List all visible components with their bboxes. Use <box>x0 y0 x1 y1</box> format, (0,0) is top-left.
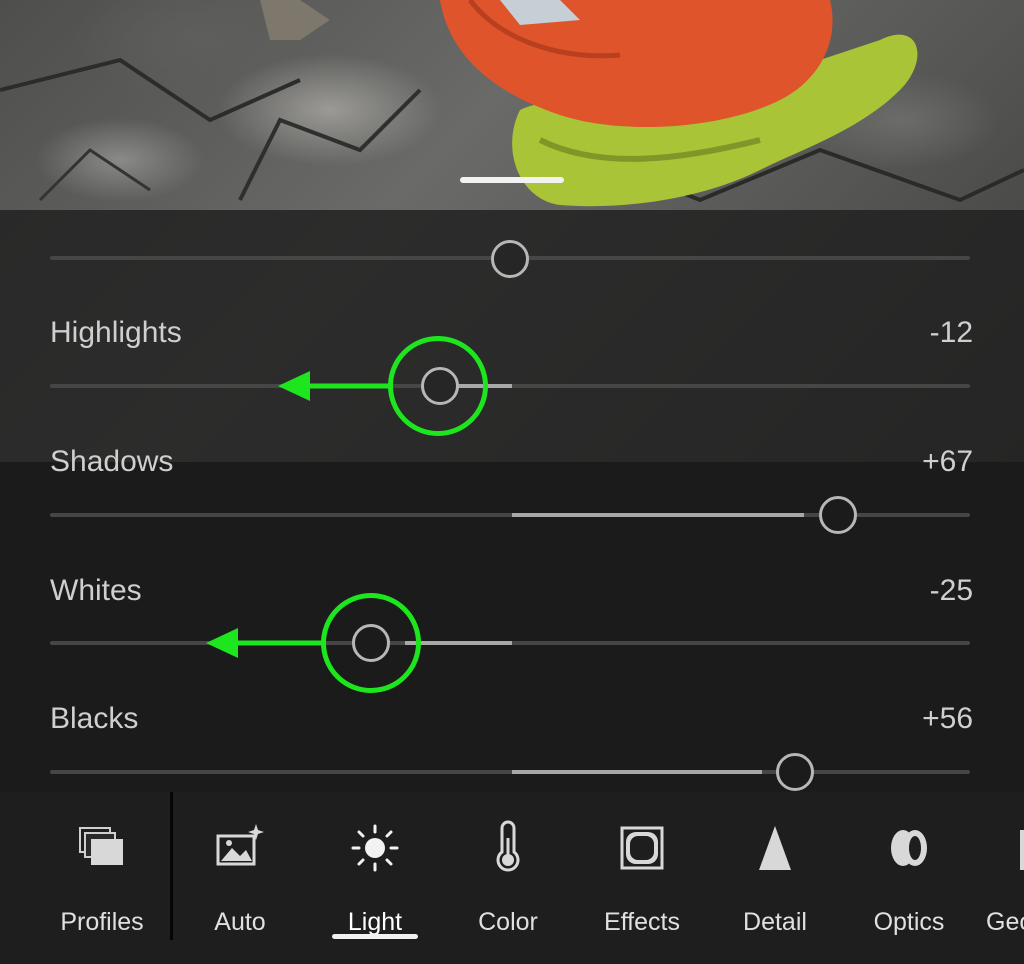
tool-detail-label: Detail <box>743 908 807 936</box>
tool-auto-label: Auto <box>214 908 266 936</box>
edit-toolbar: Profiles Auto Light Color Effects Detail… <box>0 792 1024 964</box>
geometry-icon <box>1020 830 1024 870</box>
light-icon <box>351 824 399 872</box>
annotation-arrow-left <box>278 371 390 401</box>
photo-preview <box>0 0 1024 462</box>
auto-icon <box>216 824 264 866</box>
tool-effects-label: Effects <box>604 908 680 936</box>
whites-label: Whites <box>50 574 142 607</box>
annotation-arrow-left <box>206 628 324 658</box>
shadows-label: Shadows <box>50 445 174 478</box>
highlights-value: -12 <box>929 316 973 349</box>
shadows-slider-thumb[interactable] <box>819 496 857 534</box>
profiles-icon <box>79 827 123 865</box>
blacks-slider-fill <box>512 770 762 774</box>
tool-auto[interactable]: Auto <box>180 812 300 942</box>
shadows-value: +67 <box>922 445 973 478</box>
annotation-circle <box>321 593 421 693</box>
tool-optics[interactable]: Optics <box>849 812 969 942</box>
blacks-slider-thumb[interactable] <box>776 753 814 791</box>
effects-icon <box>620 826 664 870</box>
detail-icon <box>759 826 791 870</box>
tool-profiles-label: Profiles <box>60 908 144 936</box>
panel-drag-handle[interactable] <box>460 177 564 183</box>
selected-tab-indicator <box>332 934 418 939</box>
tool-profiles[interactable]: Profiles <box>42 812 162 942</box>
tool-geometry-label: Geo <box>986 908 1024 936</box>
toolbar-divider <box>170 792 173 940</box>
tool-light[interactable]: Light <box>315 812 435 942</box>
whites-slider-fill <box>405 641 512 645</box>
tool-color-label: Color <box>478 908 538 936</box>
annotation-circle <box>388 336 488 436</box>
optics-icon <box>891 830 927 866</box>
tool-light-label: Light <box>347 908 403 936</box>
highlights-label: Highlights <box>50 316 182 349</box>
shadows-slider-fill <box>512 513 804 517</box>
tool-effects[interactable]: Effects <box>582 812 702 942</box>
tool-geometry[interactable]: Geo <box>982 812 1024 942</box>
blacks-value: +56 <box>922 702 973 735</box>
tool-detail[interactable]: Detail <box>715 812 835 942</box>
blacks-label: Blacks <box>50 702 139 735</box>
color-icon <box>496 820 520 872</box>
slider-thumb[interactable] <box>491 240 529 278</box>
tool-color[interactable]: Color <box>448 812 568 942</box>
whites-value: -25 <box>929 574 973 607</box>
tool-optics-label: Optics <box>873 908 945 936</box>
blacks-slider-track[interactable] <box>50 770 970 774</box>
